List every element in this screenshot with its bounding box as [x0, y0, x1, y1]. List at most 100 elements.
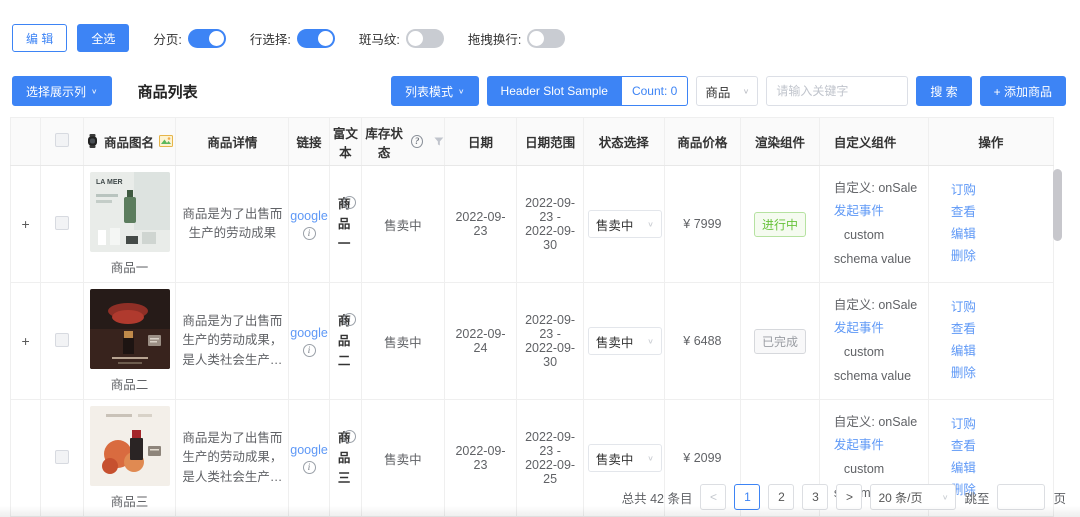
select-column-header [41, 118, 83, 166]
chevron-down-icon: ∨ [647, 337, 654, 346]
row-checkbox[interactable] [55, 333, 69, 347]
chevron-down-icon: ∨ [647, 220, 654, 229]
vertical-scrollbar-thumb[interactable] [1053, 169, 1062, 241]
list-mode-button[interactable]: 列表模式∨ [391, 76, 479, 106]
info-icon[interactable]: i [343, 196, 356, 209]
toggle-knob [408, 31, 423, 46]
date-value: 2022-09-23 [444, 400, 517, 517]
product-detail: 商品是为了出售而生产的劳动成果，是人类社会生产力发展到一定历史阶... [180, 312, 284, 370]
product-detail: 商品是为了出售而生产的劳动成果 [180, 205, 284, 244]
row-actions: 订购 查看 编辑 删除 [928, 283, 1053, 400]
svg-text:LA MER: LA MER [96, 179, 123, 186]
table-header-bar: 选择展示列∨ 商品列表 列表模式∨ Header Slot Sample Cou… [12, 76, 1066, 106]
order-action[interactable]: 订购 [951, 180, 1049, 202]
custom-component-cell: 自定义: onSale 发起事件custom schema value [819, 166, 928, 283]
view-action[interactable]: 查看 [951, 436, 1049, 458]
pagination-toggle-label: 分页: [153, 29, 181, 48]
drag-reorder-toggle-label: 拖拽换行: [468, 29, 521, 48]
date-range-value: 2022-09-23 -2022-09-25 [517, 400, 584, 517]
emit-event-link[interactable]: 发起事件 [834, 438, 884, 452]
info-icon[interactable]: i [303, 461, 316, 474]
pagination-toggle-group: 分页: [153, 29, 225, 48]
toggle-knob [529, 31, 544, 46]
edit-action[interactable]: 编辑 [951, 224, 1049, 246]
select-all-checkbox[interactable] [55, 133, 69, 147]
chevron-down-icon: ∨ [91, 87, 98, 96]
product-list-page: 编 辑 全选 分页: 行选择: 斑马纹: 拖拽换行: 选择展示列∨ 商品列表 [0, 0, 1080, 517]
stock-status: 售卖中 [361, 166, 444, 283]
price-value: ¥ 6488 [664, 283, 741, 400]
chevron-down-icon: ∨ [647, 454, 654, 463]
date-range-value: 2022-09-23 -2022-09-30 [517, 283, 584, 400]
top-toolbar: 编 辑 全选 分页: 行选择: 斑马纹: 拖拽换行: [12, 24, 565, 52]
add-product-button[interactable]: + 添加商品 [980, 76, 1066, 106]
date-range-column-header: 日期范围 [517, 118, 584, 166]
product-name: 商品一 [88, 257, 172, 276]
date-value: 2022-09-24 [444, 283, 517, 400]
status-select[interactable]: 售卖中∨ [588, 327, 662, 355]
info-icon[interactable]: i [343, 430, 356, 443]
product-detail: 商品是为了出售而生产的劳动成果，是人类社会生产力发展到一定历史阶... [180, 429, 284, 487]
info-icon[interactable]: i [303, 227, 316, 240]
watch-icon [86, 134, 99, 148]
search-input[interactable] [766, 76, 908, 106]
google-link[interactable]: google [290, 326, 328, 340]
total-count-label: 总共 42 条目 [622, 488, 693, 507]
custom-component-cell: 自定义: onSale 发起事件custom schema value [819, 283, 928, 400]
stock-column-header: 库存状态 ? [361, 118, 444, 166]
zebra-stripe-toggle-label: 斑马纹: [359, 29, 400, 48]
row-checkbox[interactable] [55, 216, 69, 230]
pagination-toggle[interactable] [188, 29, 226, 48]
edit-action[interactable]: 编辑 [951, 341, 1049, 363]
drag-reorder-toggle[interactable] [527, 29, 565, 48]
expand-row-button[interactable]: + [22, 216, 30, 232]
delete-action[interactable]: 删除 [951, 246, 1049, 268]
page-bottom-shadow [0, 506, 1080, 517]
edit-button[interactable]: 编 辑 [12, 24, 67, 52]
page-unit-label: 页 [1053, 488, 1066, 507]
info-icon[interactable]: i [303, 344, 316, 357]
column-picker-button[interactable]: 选择展示列∨ [12, 76, 112, 106]
info-icon[interactable]: i [343, 313, 356, 326]
zebra-stripe-toggle[interactable] [406, 29, 444, 48]
richtext-column-header: 富文本 [329, 118, 361, 166]
select-all-button[interactable]: 全选 [77, 24, 129, 52]
category-select[interactable]: 商品∨ [696, 76, 758, 106]
product-name: 商品二 [88, 374, 172, 393]
row-checkbox[interactable] [55, 450, 69, 464]
view-action[interactable]: 查看 [951, 319, 1049, 341]
emit-event-link[interactable]: 发起事件 [834, 321, 884, 335]
google-link[interactable]: google [290, 443, 328, 457]
row-select-toggle[interactable] [297, 29, 335, 48]
table-row: + LA MER 商品一 商品是为了出售而生产的劳动成果 [11, 166, 1054, 283]
search-button[interactable]: 搜 索 [916, 76, 971, 106]
jump-to-label: 跳至 [964, 488, 989, 507]
expand-column-header [11, 118, 41, 166]
custom-column-header: 自定义组件 [819, 118, 928, 166]
header-slot-button[interactable]: Header Slot Sample [487, 76, 622, 106]
header-row: 商品图名 商品详情 链接 富文本 库存状态 ? 日期 [11, 118, 1054, 166]
expand-row-button[interactable]: + [22, 333, 30, 349]
chevron-down-icon: ∨ [942, 493, 949, 502]
page-title: 商品列表 [138, 81, 198, 102]
chevron-down-icon: ∨ [743, 87, 750, 96]
count-badge: Count: 0 [622, 76, 688, 106]
order-action[interactable]: 订购 [951, 414, 1049, 436]
google-link[interactable]: google [290, 209, 328, 223]
status-select[interactable]: 售卖中∨ [588, 444, 662, 472]
chevron-down-icon: ∨ [458, 87, 465, 96]
status-badge: 已完成 [754, 329, 806, 354]
edit-action[interactable]: 编辑 [951, 458, 1049, 480]
delete-action[interactable]: 删除 [951, 363, 1049, 385]
status-select[interactable]: 售卖中∨ [588, 210, 662, 238]
filter-funnel-icon[interactable] [434, 136, 444, 147]
product-image: LA MER [90, 172, 170, 252]
price-value: ¥ 7999 [664, 166, 741, 283]
table-row: + 商品二 商品是为了出售而生产的劳动成果，是人类社会生产力发展到一定历史阶..… [11, 283, 1054, 400]
view-action[interactable]: 查看 [951, 202, 1049, 224]
emit-event-link[interactable]: 发起事件 [834, 204, 884, 218]
zebra-stripe-toggle-group: 斑马纹: [359, 29, 444, 48]
help-icon[interactable]: ? [411, 135, 423, 148]
order-action[interactable]: 订购 [951, 297, 1049, 319]
image-icon [159, 135, 173, 147]
